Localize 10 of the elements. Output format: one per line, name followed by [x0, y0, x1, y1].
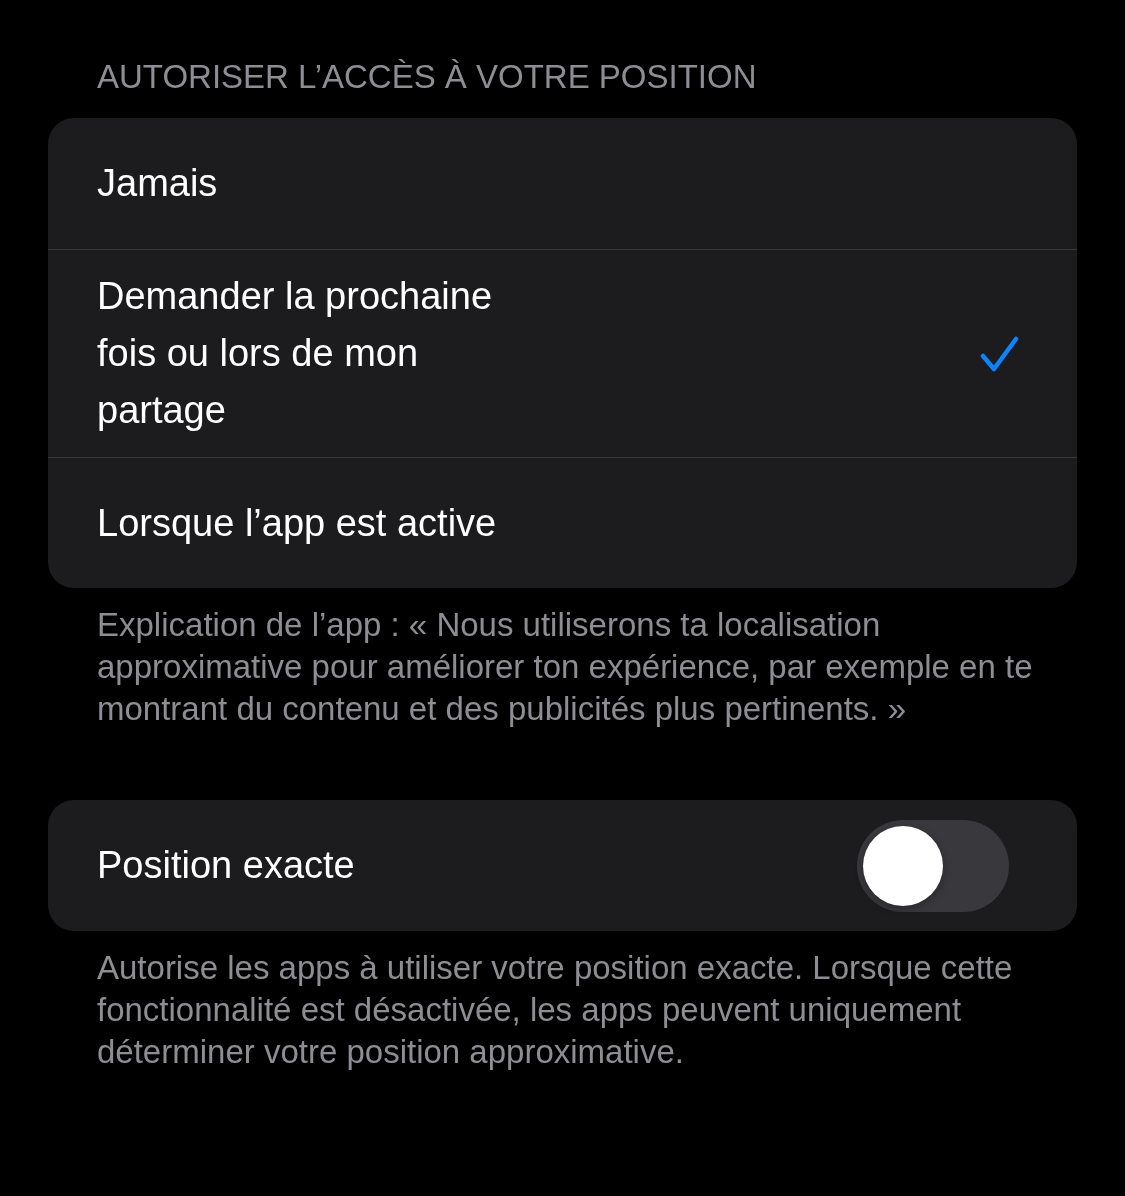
setting-label: Position exacte: [97, 843, 356, 888]
option-row[interactable]: Jamais: [48, 118, 1077, 249]
precise-location-description: Autorise les apps à utiliser votre position exacte. Lorsque cette fonctionnalité est désactivée, les apps peuvent uniquement déterminer votre position approximative.: [96, 948, 1014, 1072]
section-header: AUTORISER L’ACCÈS À VOTRE POSITION: [96, 57, 758, 97]
option-label: Lorsque l’app est active: [97, 500, 498, 546]
option-label: Jamais: [97, 161, 219, 206]
option-row[interactable]: Lorsque l’app est active: [48, 457, 1077, 588]
option-row[interactable]: Demander la prochaine fois ou lors de mon partage: [48, 249, 1077, 457]
app-explanation: Explication de l’app : « Nous utiliserons ta localisation approximative pour améliorer ton expérience, par exemple en te montrant du contenu et des publicités plus pertinents. »: [96, 605, 1034, 729]
option-label: Demander la prochaine fois ou lors de mon partage: [97, 274, 493, 433]
